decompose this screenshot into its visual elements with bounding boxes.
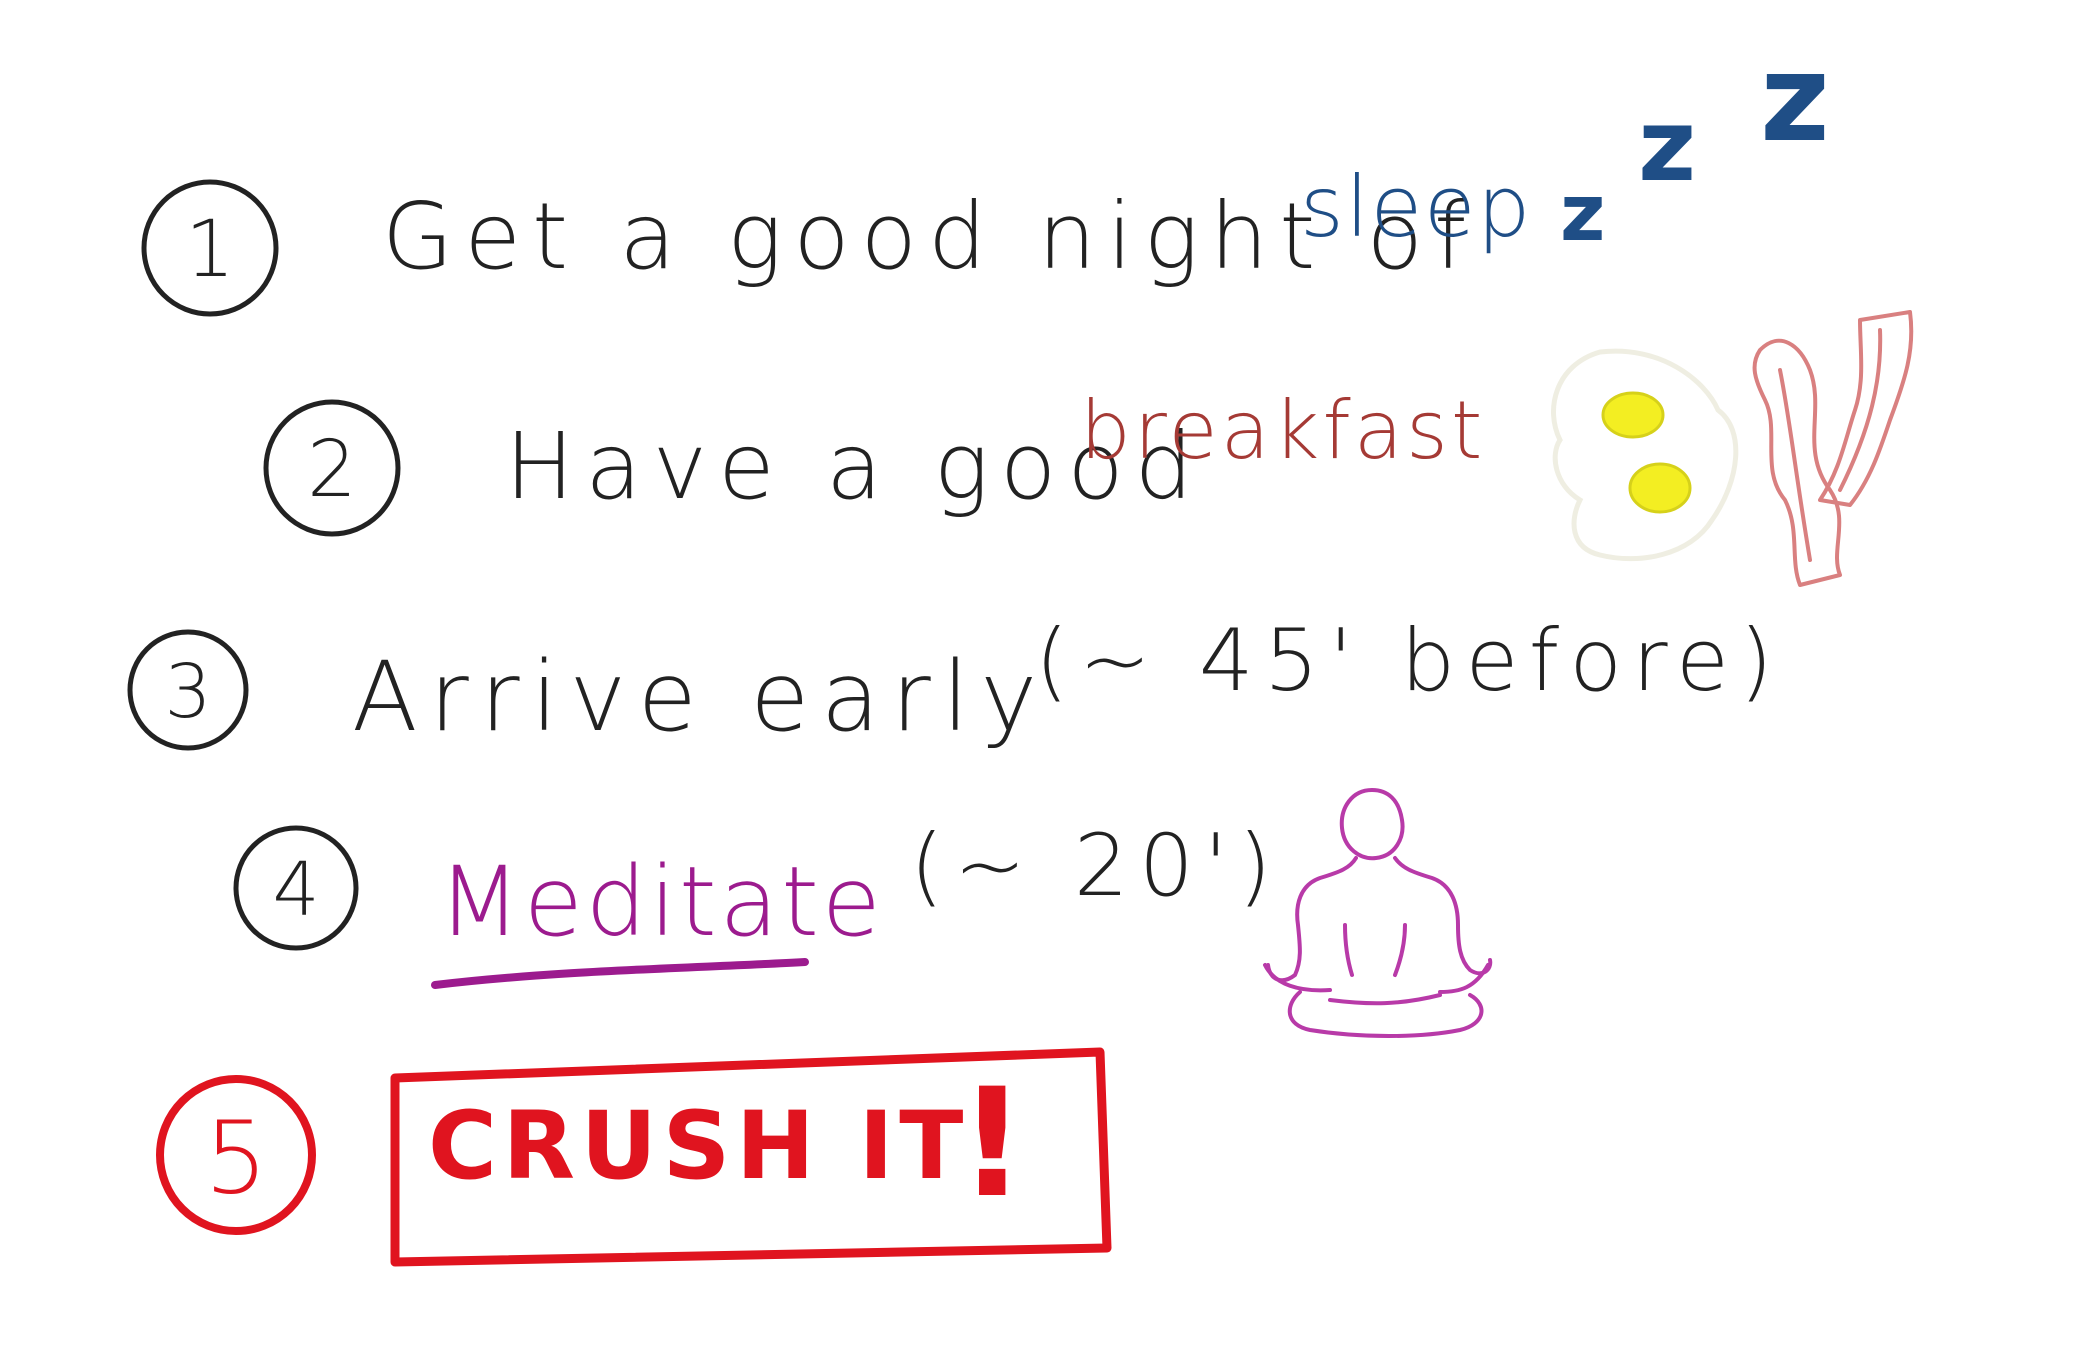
step-highlight-breakfast: breakfast — [1080, 384, 1486, 477]
step-number: 5 — [204, 1100, 268, 1217]
step-highlight-meditate: Meditate — [438, 846, 884, 958]
svg-text:z: z — [1638, 87, 1696, 204]
step-5: 5 CRUSH IT ! — [156, 1047, 1112, 1267]
step-4: 4 Meditate (~ 20') — [233, 788, 1493, 1038]
zzz-sleep-icon: z z z — [1560, 30, 1830, 259]
svg-text:z: z — [1760, 30, 1830, 169]
meditate-underline — [431, 958, 809, 989]
fried-eggs-icon — [1551, 348, 1739, 562]
step-1: 1 Get a good night of sleep z z z — [141, 30, 1830, 317]
step-number: 2 — [307, 425, 357, 515]
step-note: (~ 20') — [910, 816, 1282, 916]
whiteboard: 1 Get a good night of sleep z z z 2 Have… — [127, 30, 1914, 1267]
step-note: (~ 45' before) — [1035, 611, 1783, 711]
step-highlight-sleep: sleep — [1300, 158, 1532, 256]
exclamation-mark: ! — [958, 1057, 1026, 1231]
meditating-person-icon — [1263, 788, 1493, 1038]
svg-text:z: z — [1560, 169, 1605, 259]
step-text: Arrive early — [352, 641, 1049, 753]
step-number: 4 — [272, 847, 319, 933]
step-3: 3 Arrive early (~ 45' before) — [127, 611, 1783, 753]
step-number: 3 — [164, 649, 211, 735]
step-highlight-crush-it: CRUSH IT — [428, 1092, 969, 1201]
step-number: 1 — [185, 205, 235, 295]
bacon-icon — [1752, 310, 1914, 587]
step-2: 2 Have a good breakfast — [263, 310, 1914, 587]
